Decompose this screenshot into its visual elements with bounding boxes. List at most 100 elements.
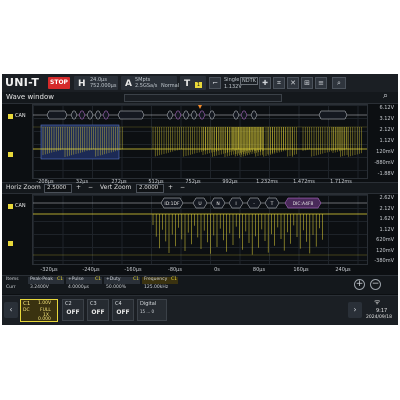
decode-tool-icon[interactable]: ✕ bbox=[287, 77, 299, 89]
zoom-region-box[interactable] bbox=[40, 124, 120, 160]
zoom-waveform-grid[interactable]: ID:1DF U N I - T DIC:A4F8 bbox=[32, 194, 368, 265]
top-status-bar: UNI-T STOP H 24.0µs 752.000µs A 5Mpts 2.… bbox=[2, 74, 398, 92]
trigger-channel-badge: 1 bbox=[195, 82, 202, 88]
measurement-name-1: +Pulse bbox=[68, 277, 84, 282]
main-decode-frame-15[interactable] bbox=[250, 110, 258, 120]
ch4-name: C4 bbox=[115, 301, 122, 307]
horiz-zoom-plus-button[interactable]: + bbox=[76, 184, 81, 191]
main-decode-frame-13[interactable] bbox=[232, 110, 240, 120]
zoom-decode-frame-5[interactable]: T bbox=[264, 197, 280, 209]
main-volt-label-5: -880mV bbox=[374, 160, 394, 166]
main-decode-frame-1[interactable] bbox=[70, 110, 78, 120]
zoom-time-label-6: 160µs bbox=[293, 267, 309, 273]
zoom-time-label-0: -320µs bbox=[40, 267, 58, 273]
measurement-value-2: 50.000% bbox=[106, 285, 127, 290]
vert-zoom-minus-button[interactable]: − bbox=[180, 184, 185, 191]
ch3-button[interactable]: C3 OFF bbox=[87, 299, 109, 321]
main-decode-frame-16[interactable] bbox=[318, 110, 348, 120]
ch1-scale: 1.00V bbox=[38, 301, 52, 306]
ch1-ground-marker bbox=[8, 152, 13, 157]
horiz-zoom-minus-button[interactable]: − bbox=[88, 184, 93, 191]
trigger-source-chip[interactable]: NDTK bbox=[240, 77, 258, 85]
measurement-header-3[interactable]: Frequency C1 bbox=[142, 277, 178, 284]
next-page-button[interactable]: › bbox=[348, 302, 362, 318]
ch4-button[interactable]: C4 OFF bbox=[112, 299, 134, 321]
zoom-tool-icon[interactable]: ⊞ bbox=[301, 77, 313, 89]
main-volt-label-6: -1.88V bbox=[377, 171, 394, 177]
ch1-button[interactable]: C1 1.00V DC FULL 1X 0.000 bbox=[20, 299, 58, 322]
main-decode-frame-5[interactable] bbox=[102, 110, 110, 120]
trigger-mode: Single bbox=[224, 77, 240, 83]
ch3-name: C3 bbox=[90, 301, 97, 307]
measurement-header-1[interactable]: +Pulse C1 bbox=[66, 277, 102, 284]
cursor-tool-icon[interactable]: ✚ bbox=[259, 77, 271, 89]
main-volt-label-0: 6.12V bbox=[379, 105, 394, 111]
zoom-decode-frame-0[interactable]: ID:1DF bbox=[160, 197, 184, 209]
zoom-decode-frame-2[interactable]: N bbox=[210, 197, 226, 209]
wave-window-scrollbar[interactable] bbox=[124, 94, 282, 102]
search-tool-icon[interactable]: ⌕ bbox=[332, 77, 346, 89]
brand-logo: UNI-T bbox=[5, 76, 40, 89]
wave-window-title: Wave window bbox=[6, 93, 54, 101]
main-decode-frame-11[interactable] bbox=[198, 110, 206, 120]
main-time-label-0: -208µs bbox=[36, 179, 54, 185]
zoom-decode-frame-6[interactable]: DIC:A4F8 bbox=[284, 197, 322, 209]
measurement-header-0[interactable]: Peak-Peak C1 bbox=[28, 277, 64, 284]
measurement-settings-button[interactable]: − bbox=[370, 279, 381, 290]
main-waveform-grid[interactable] bbox=[32, 104, 368, 179]
trigger-edge-icon[interactable]: ⌐ bbox=[209, 77, 221, 89]
main-decode-frame-4[interactable] bbox=[94, 110, 102, 120]
zoom-ch1-ground-marker bbox=[8, 241, 13, 246]
zoom-decode-frame-3[interactable]: I bbox=[228, 197, 244, 209]
main-decode-frame-9[interactable] bbox=[182, 110, 190, 120]
prev-page-button[interactable]: ‹ bbox=[4, 302, 18, 318]
wifi-icon: ᯤ bbox=[374, 298, 381, 306]
main-decode-frame-0[interactable] bbox=[46, 110, 68, 120]
horizontal-settings[interactable]: H 24.0µs 752.000µs bbox=[74, 76, 118, 90]
vert-zoom-value: 2.0000 bbox=[139, 185, 159, 191]
ch2-button[interactable]: C2 OFF bbox=[62, 299, 84, 321]
run-stop-button[interactable]: STOP bbox=[48, 77, 70, 89]
main-volt-label-2: 2.12V bbox=[379, 127, 394, 133]
main-decode-frame-6[interactable] bbox=[117, 110, 145, 120]
main-decode-frame-2[interactable] bbox=[78, 110, 86, 120]
zoom-time-label-2: -160µs bbox=[124, 267, 142, 273]
main-decode-frame-14[interactable] bbox=[240, 110, 248, 120]
zoom-decode-frame-1[interactable]: U bbox=[192, 197, 208, 209]
zoom-decode-frame-4[interactable]: - bbox=[246, 197, 262, 209]
trigger-settings[interactable]: T 1 bbox=[180, 76, 206, 90]
zoom-volt-label-6: -380mV bbox=[374, 258, 394, 264]
vert-zoom-plus-button[interactable]: + bbox=[168, 184, 173, 191]
main-decode-frame-3[interactable] bbox=[86, 110, 94, 120]
vert-zoom-input[interactable]: 2.0000 bbox=[136, 184, 164, 193]
measure-tool-icon[interactable]: ⌗ bbox=[273, 77, 285, 89]
channel-bar: ‹ C1 1.00V DC FULL 1X 0.000 C2 OFF C3 OF… bbox=[2, 295, 398, 325]
main-decode-frame-7[interactable] bbox=[166, 110, 174, 120]
zoom-volt-label-1: 2.12V bbox=[379, 205, 394, 212]
main-decode-frame-12[interactable] bbox=[208, 110, 216, 120]
main-can-label: CAN bbox=[15, 113, 26, 119]
acquire-settings[interactable]: A 5Mpts 2.5GSa/s Normal bbox=[121, 76, 179, 90]
items-label: Items bbox=[6, 277, 19, 282]
measurement-name-0: Peak-Peak bbox=[30, 277, 53, 282]
measurement-header-2[interactable]: +Duty C1 bbox=[104, 277, 140, 284]
digital-button[interactable]: Digital 15 ... 0 bbox=[137, 299, 167, 321]
zoom-waveform-svg: ID:1DF U N I - T DIC:A4F8 bbox=[33, 197, 367, 256]
zoom-decode-text-2: N bbox=[216, 201, 219, 207]
horiz-zoom-input[interactable]: 2.5000 bbox=[44, 184, 72, 193]
magnifier-icon[interactable]: ⌕ bbox=[383, 91, 388, 101]
wave-window-header: Wave window ⌕ bbox=[2, 91, 398, 104]
main-time-label-1: 32µs bbox=[75, 179, 89, 185]
digital-bits: 15 ... 0 bbox=[140, 309, 154, 314]
main-time-label-3: 512µs bbox=[148, 179, 164, 185]
main-volt-label-4: 120mV bbox=[376, 149, 394, 155]
measurement-channel-1: C1 bbox=[95, 277, 102, 282]
main-decode-frame-10[interactable] bbox=[190, 110, 198, 120]
main-time-label-8: 1.712ms bbox=[330, 179, 352, 185]
main-decode-frame-8[interactable] bbox=[174, 110, 182, 120]
zoom-decode-text-6: DIC:A4F8 bbox=[293, 201, 314, 207]
add-measurement-button[interactable]: + bbox=[354, 279, 365, 290]
zoom-volt-label-3: 1.12V bbox=[379, 226, 394, 233]
trigger-letter: T bbox=[184, 79, 191, 89]
settings-tool-icon[interactable]: ≡ bbox=[315, 77, 327, 89]
